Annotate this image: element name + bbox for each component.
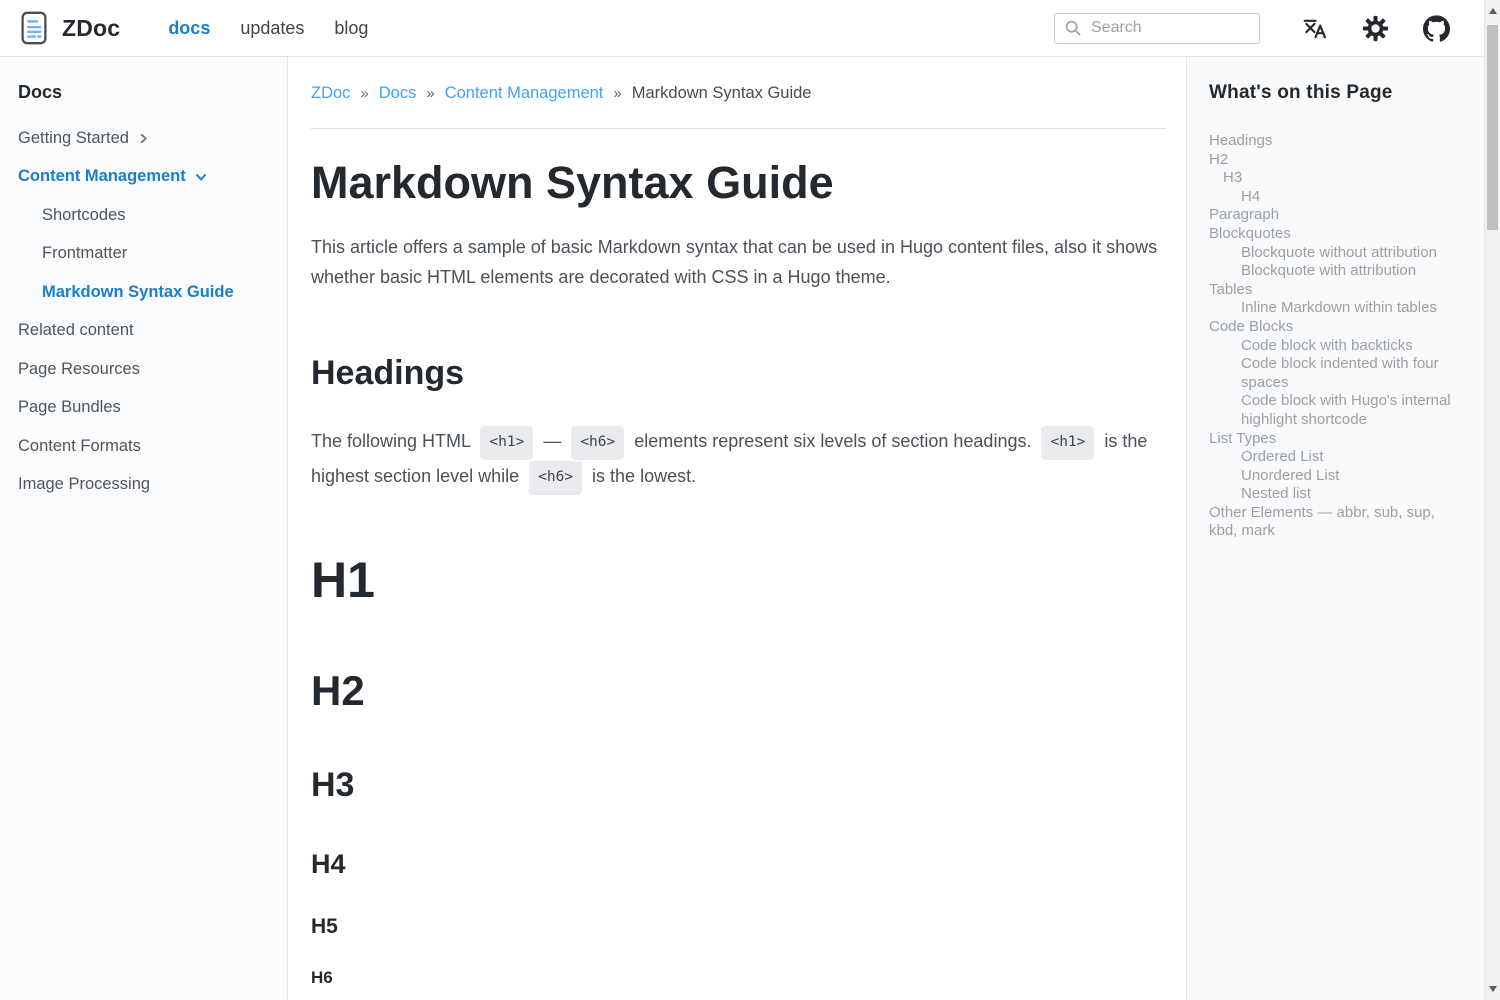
app-window: ZDoc docs updates blog	[0, 0, 1484, 1000]
toc-item-inline-markdown-within-tables[interactable]: Inline Markdown within tables	[1209, 299, 1466, 318]
text-run: The following HTML	[311, 431, 475, 451]
toc-list: HeadingsH2H3H4ParagraphBlockquotesBlockq…	[1209, 132, 1466, 541]
toc-item-headings[interactable]: Headings	[1209, 132, 1466, 151]
breadcrumb-link-zdoc[interactable]: ZDoc	[311, 84, 350, 103]
nav-action-icons	[1302, 15, 1450, 42]
sidebar-item-related-content[interactable]: Related content	[18, 312, 271, 351]
demo-heading-h2: H2	[311, 669, 1166, 713]
toc-item-code-blocks[interactable]: Code Blocks	[1209, 318, 1466, 337]
main-content: ZDoc»Docs»Content Management»Markdown Sy…	[288, 57, 1186, 1000]
text-run: elements represent six levels of section…	[629, 431, 1036, 451]
toc-item-h2[interactable]: H2	[1209, 151, 1466, 170]
inline-code: <h6>	[529, 461, 582, 495]
toc-item-code-block-with-hugo-s-internal-highlight-shortcode[interactable]: Code block with Hugo's internal highligh…	[1209, 392, 1466, 429]
sidebar-item-image-processing[interactable]: Image Processing	[18, 466, 271, 505]
sidebar-item-label: Frontmatter	[42, 244, 127, 263]
sidebar-item-shortcodes[interactable]: Shortcodes	[18, 196, 271, 235]
toc-item-blockquotes[interactable]: Blockquotes	[1209, 225, 1466, 244]
toc-item-ordered-list[interactable]: Ordered List	[1209, 448, 1466, 467]
headings-paragraph: The following HTML <h1> — <h6> elements …	[311, 426, 1166, 496]
gear-icon[interactable]	[1362, 15, 1389, 42]
page-title: Markdown Syntax Guide	[311, 159, 1166, 206]
sidebar-item-markdown-syntax-guide[interactable]: Markdown Syntax Guide	[18, 273, 271, 312]
document-icon	[18, 9, 50, 47]
toc-item-nested-list[interactable]: Nested list	[1209, 485, 1466, 504]
inline-code: <h6>	[571, 426, 624, 460]
sidebar-item-label: Content Management	[18, 167, 186, 186]
sidebar-item-label: Shortcodes	[42, 206, 125, 225]
toc-item-h3[interactable]: H3	[1209, 169, 1466, 188]
toc-panel: What's on this Page HeadingsH2H3H4Paragr…	[1186, 57, 1484, 1000]
breadcrumb-link-content-management[interactable]: Content Management	[445, 84, 604, 103]
sidebar: Docs Getting Started Content Management Sh…	[0, 57, 288, 1000]
sidebar-item-label: Related content	[18, 321, 134, 340]
breadcrumb-current: Markdown Syntax Guide	[632, 84, 812, 103]
search-box[interactable]	[1054, 13, 1260, 44]
demo-heading-h3: H3	[311, 768, 1166, 804]
scrollbar-thumb[interactable]	[1487, 25, 1498, 230]
toc-item-blockquote-with-attribution[interactable]: Blockquote with attribution	[1209, 262, 1466, 281]
scrollbar-up-arrow[interactable]	[1485, 0, 1500, 22]
sidebar-item-label: Page Bundles	[18, 398, 121, 417]
demo-heading-h1: H1	[311, 554, 1166, 607]
chevron-right-icon	[138, 133, 149, 144]
navbar: ZDoc docs updates blog	[0, 0, 1484, 57]
vertical-scrollbar[interactable]	[1484, 0, 1500, 1000]
toc-item-tables[interactable]: Tables	[1209, 281, 1466, 300]
text-run: is the lowest.	[587, 466, 696, 486]
brand-home-link[interactable]: ZDoc	[18, 9, 120, 47]
breadcrumb-separator: »	[603, 85, 631, 102]
text-run: —	[538, 431, 566, 451]
sidebar-list: Getting Started Content Management Shortco…	[18, 119, 271, 504]
toc-item-other-elements-abbr-sub-sup-kbd-mark[interactable]: Other Elements — abbr, sub, sup, kbd, ma…	[1209, 504, 1466, 541]
divider	[311, 128, 1166, 129]
chevron-down-icon	[195, 171, 207, 183]
layout: Docs Getting Started Content Management Sh…	[0, 57, 1484, 1000]
sidebar-item-label: Getting Started	[18, 129, 129, 148]
sidebar-item-label: Image Processing	[18, 475, 150, 494]
intro-paragraph: This article offers a sample of basic Ma…	[311, 232, 1166, 292]
sidebar-item-getting-started[interactable]: Getting Started	[18, 119, 271, 158]
demo-heading-h6: H6	[311, 969, 1166, 987]
nav-link-blog[interactable]: blog	[334, 18, 368, 39]
demo-heading-h4: H4	[311, 850, 1166, 878]
nav-link-docs[interactable]: docs	[168, 18, 210, 39]
inline-code: <h1>	[480, 426, 533, 460]
sidebar-item-content-management[interactable]: Content Management	[18, 158, 271, 197]
sidebar-item-page-bundles[interactable]: Page Bundles	[18, 389, 271, 428]
sidebar-item-label: Page Resources	[18, 360, 140, 379]
toc-item-code-block-with-backticks[interactable]: Code block with backticks	[1209, 337, 1466, 356]
nav-links: docs updates blog	[168, 18, 368, 39]
inline-code: <h1>	[1041, 426, 1094, 460]
sidebar-item-page-resources[interactable]: Page Resources	[18, 350, 271, 389]
toc-item-paragraph[interactable]: Paragraph	[1209, 206, 1466, 225]
breadcrumb-link-docs[interactable]: Docs	[379, 84, 417, 103]
demo-heading-h5: H5	[311, 916, 1166, 938]
toc-item-h4[interactable]: H4	[1209, 188, 1466, 207]
toc-item-code-block-indented-with-four-spaces[interactable]: Code block indented with four spaces	[1209, 355, 1466, 392]
section-heading-headings: Headings	[311, 354, 1166, 393]
sidebar-title: Docs	[18, 82, 271, 103]
github-icon[interactable]	[1423, 15, 1450, 42]
toc-item-blockquote-without-attribution[interactable]: Blockquote without attribution	[1209, 244, 1466, 263]
brand-title: ZDoc	[62, 15, 120, 42]
breadcrumb-separator: »	[350, 85, 378, 102]
sidebar-item-frontmatter[interactable]: Frontmatter	[18, 235, 271, 274]
page: ZDoc docs updates blog	[0, 0, 1500, 1000]
toc-item-unordered-list[interactable]: Unordered List	[1209, 467, 1466, 486]
demo-headings: H1 H2 H3 H4 H5 H6	[311, 554, 1166, 987]
scrollbar-down-arrow[interactable]	[1485, 978, 1500, 1000]
nav-link-updates[interactable]: updates	[240, 18, 304, 39]
sidebar-item-label: Content Formats	[18, 437, 141, 456]
breadcrumb-separator: »	[416, 85, 444, 102]
sidebar-item-label: Markdown Syntax Guide	[42, 283, 234, 302]
sidebar-item-content-formats[interactable]: Content Formats	[18, 427, 271, 466]
breadcrumb: ZDoc»Docs»Content Management»Markdown Sy…	[311, 84, 1166, 103]
search-icon	[1063, 18, 1083, 38]
toc-item-list-types[interactable]: List Types	[1209, 430, 1466, 449]
translate-icon[interactable]	[1302, 15, 1328, 41]
toc-title: What's on this Page	[1209, 82, 1466, 104]
search-input[interactable]	[1091, 19, 1251, 37]
